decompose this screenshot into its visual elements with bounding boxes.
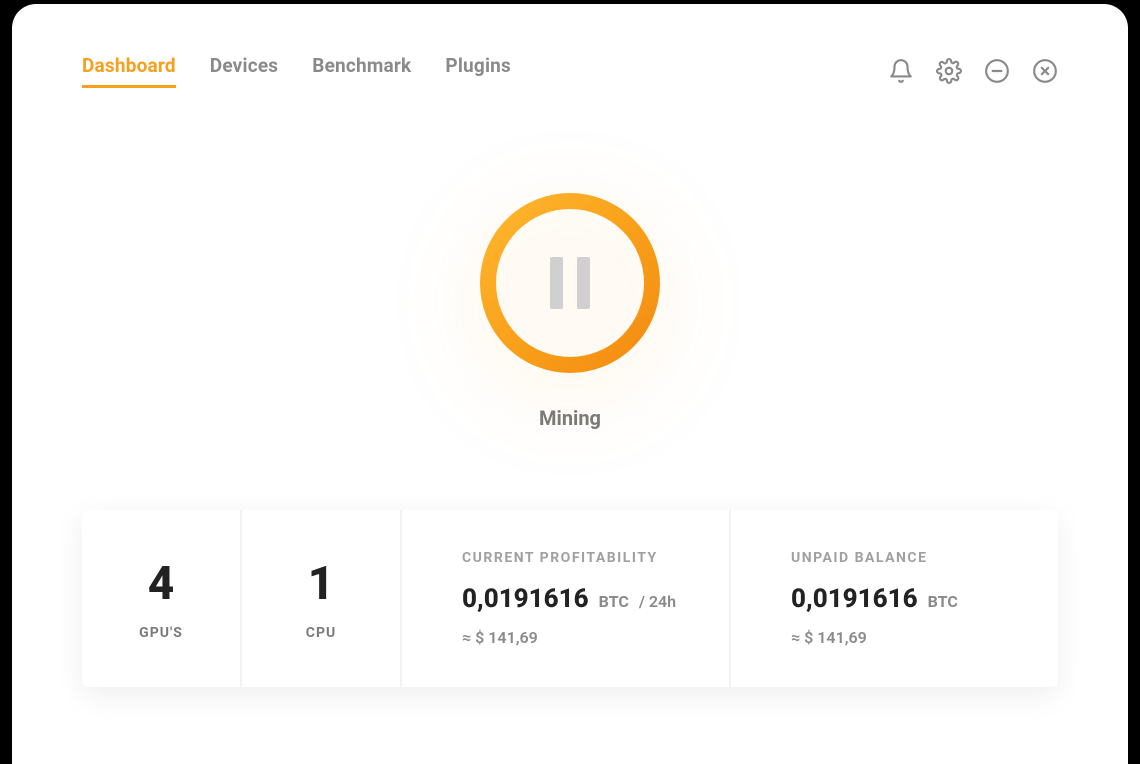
profitability-value: 0,0191616 [462,584,589,614]
gpu-label: GPU'S [139,625,183,641]
close-icon[interactable] [1032,58,1058,84]
balance-value-row: 0,0191616 BTC [791,584,1018,614]
cpu-card: 1 CPU [242,510,402,687]
stats-row: 4 GPU'S 1 CPU CURRENT PROFITABILITY 0,01… [82,510,1058,687]
app-window: Dashboard Devices Benchmark Plugins [12,4,1128,764]
minimize-icon[interactable] [984,58,1010,84]
profitability-approx: ≈ $ 141,69 [462,628,689,647]
cpu-label: CPU [306,625,336,641]
mining-toggle-button[interactable] [475,188,665,378]
balance-unit: BTC [928,592,958,611]
tab-benchmark[interactable]: Benchmark [312,54,411,88]
mining-status-panel: Mining [12,188,1128,430]
profitability-unit: BTC [599,592,629,611]
balance-approx: ≈ $ 141,69 [791,628,1018,647]
tab-dashboard[interactable]: Dashboard [82,54,176,88]
balance-title: UNPAID BALANCE [791,550,1018,566]
balance-value: 0,0191616 [791,584,918,614]
gear-icon[interactable] [936,58,962,84]
window-controls [888,58,1058,84]
tab-devices[interactable]: Devices [210,54,278,88]
cpu-count: 1 [308,557,335,611]
tab-plugins[interactable]: Plugins [445,54,511,88]
pause-icon [550,257,590,309]
mining-status-label: Mining [539,406,601,430]
balance-card: UNPAID BALANCE 0,0191616 BTC ≈ $ 141,69 [731,510,1058,687]
profitability-title: CURRENT PROFITABILITY [462,550,689,566]
topbar: Dashboard Devices Benchmark Plugins [12,4,1128,98]
profitability-period: / 24h [639,592,676,611]
gpu-count: 4 [148,557,175,611]
profitability-card: CURRENT PROFITABILITY 0,0191616 BTC / 24… [402,510,731,687]
bell-icon[interactable] [888,58,914,84]
profitability-value-row: 0,0191616 BTC / 24h [462,584,689,614]
nav-tabs: Dashboard Devices Benchmark Plugins [82,54,511,88]
gpu-card: 4 GPU'S [82,510,242,687]
